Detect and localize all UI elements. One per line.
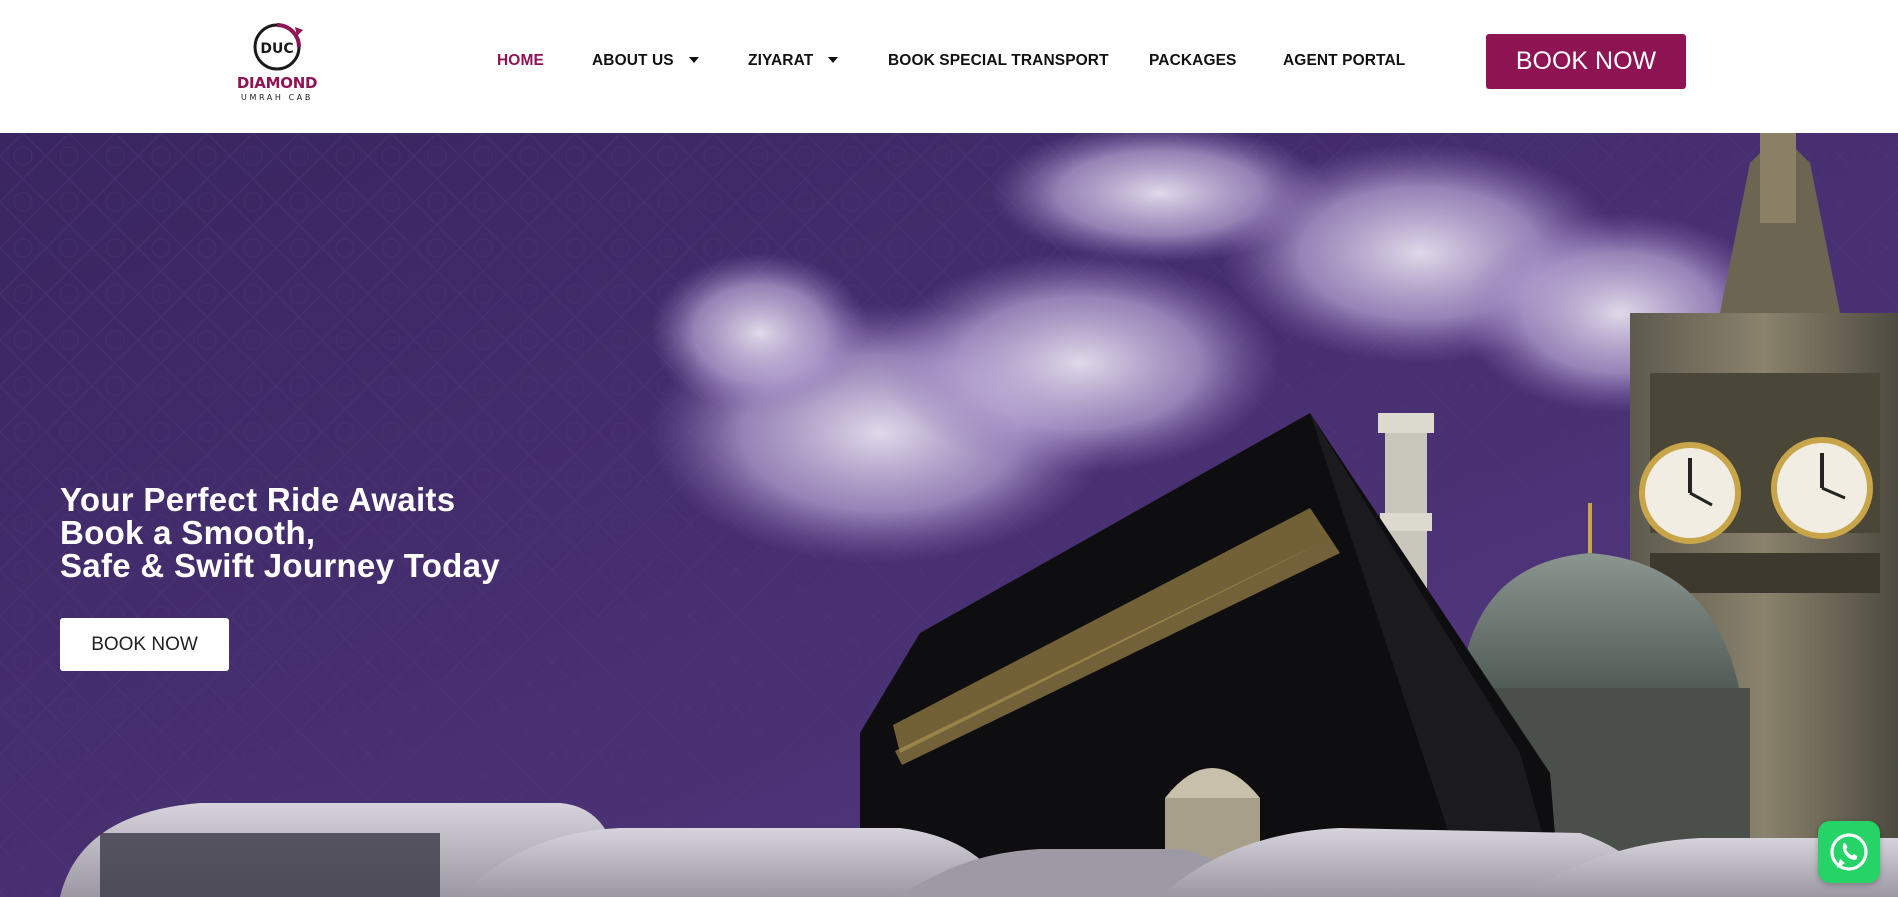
whatsapp-icon — [1830, 833, 1868, 871]
nav-item-agent-portal[interactable]: AGENT PORTAL — [1283, 52, 1405, 70]
nav-item-label: PACKAGES — [1149, 52, 1237, 69]
header-book-now-button[interactable]: BOOK NOW — [1486, 34, 1686, 89]
site-header: DUC DIAMOND UMRAH CAB HOME ABOUT US ZIYA… — [0, 0, 1898, 133]
nav-item-label: ABOUT US — [592, 52, 674, 69]
logo-name: DIAMOND — [236, 74, 318, 92]
logo-tagline: UMRAH CAB — [241, 93, 313, 102]
nav-item-label: AGENT PORTAL — [1283, 52, 1406, 69]
hero-title-line: Book a Smooth, — [60, 514, 316, 551]
nav-item-about-us[interactable]: ABOUT US — [592, 52, 699, 70]
hero-title: Your Perfect Ride Awaits Book a Smooth, … — [60, 483, 500, 582]
caret-down-icon[interactable] — [828, 57, 839, 63]
nav-item-book-special-transport[interactable]: BOOK SPECIAL TRANSPORT — [888, 52, 1109, 70]
nav-item-home[interactable]: HOME — [497, 52, 544, 70]
caret-down-icon[interactable] — [688, 57, 699, 63]
site-logo[interactable]: DUC DIAMOND UMRAH CAB — [232, 20, 322, 106]
hero-book-now-button[interactable]: BOOK NOW — [60, 618, 229, 671]
whatsapp-button[interactable] — [1818, 821, 1880, 883]
nav-item-label: HOME — [497, 52, 544, 69]
nav-item-label: BOOK SPECIAL TRANSPORT — [888, 52, 1109, 69]
hero-title-line: Your Perfect Ride Awaits — [60, 481, 456, 518]
svg-text:DUC: DUC — [260, 41, 293, 57]
logo-mark-icon: DUC — [253, 23, 303, 71]
hero-section: Your Perfect Ride Awaits Book a Smooth, … — [0, 133, 1898, 897]
nav-item-label: ZIYARAT — [748, 52, 814, 69]
nav-item-packages[interactable]: PACKAGES — [1149, 52, 1237, 70]
nav-item-ziyarat[interactable]: ZIYARAT — [748, 52, 839, 70]
hero-title-line: Safe & Swift Journey Today — [60, 547, 500, 584]
